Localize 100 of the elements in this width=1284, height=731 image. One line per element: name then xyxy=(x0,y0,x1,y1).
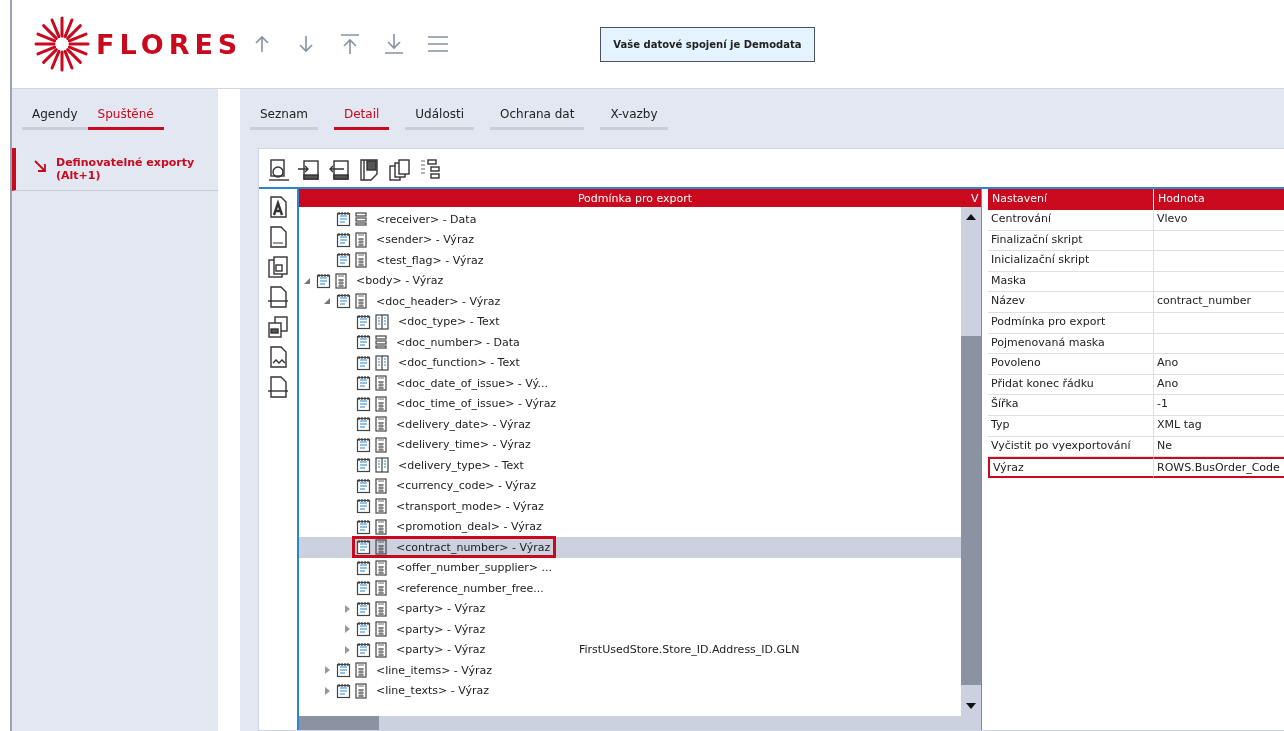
sidebar-item-label: Definovatelné exporty (Alt+1) xyxy=(56,156,196,182)
node-label: <doc_type> - Text xyxy=(398,315,500,329)
node-label: <test_flag> - Výraz xyxy=(376,253,484,267)
columns-icon xyxy=(375,457,389,474)
node-label: <offer_number_supplier> ... xyxy=(396,561,553,575)
calculator-icon xyxy=(355,662,367,679)
tab[interactable]: X-vazby xyxy=(600,104,668,130)
notepad-icon xyxy=(356,416,372,433)
system-document-icon[interactable] xyxy=(266,285,290,309)
property-value[interactable]: XML tag xyxy=(1154,415,1284,437)
property-name: Typ xyxy=(988,415,1154,437)
calculator-icon xyxy=(375,477,387,494)
calculator-icon xyxy=(375,395,387,412)
tab[interactable]: Ochrana dat xyxy=(490,104,585,130)
tab[interactable]: Události xyxy=(405,104,475,130)
down-triangle-icon xyxy=(966,703,976,709)
calculator-icon xyxy=(355,231,367,248)
document-search-icon[interactable] xyxy=(267,158,291,182)
tab[interactable]: Seznam xyxy=(250,104,318,130)
property-value[interactable]: -1 xyxy=(1154,395,1284,416)
tree-row[interactable]: <doc_function> - Text xyxy=(299,352,961,373)
tree-row[interactable]: <contract_number> - Výraz xyxy=(299,537,961,558)
column-header[interactable]: V xyxy=(971,191,981,205)
notepad-icon xyxy=(316,272,332,289)
node-label: <contract_number> - Výraz xyxy=(396,540,551,554)
notepad-icon xyxy=(356,436,372,453)
property-name: Název xyxy=(988,292,1154,313)
tree-row[interactable]: <doc_number> - Data xyxy=(299,332,961,353)
tree-row[interactable]: <offer_number_supplier> ... xyxy=(299,557,961,578)
scrollbar-thumb[interactable] xyxy=(961,336,981,686)
property-name: Podmínka pro export xyxy=(988,312,1154,334)
stacked-documents-icon[interactable] xyxy=(266,315,290,339)
node-label: <delivery_type> - Text xyxy=(398,458,524,472)
calculator-icon xyxy=(375,436,387,453)
tree-row[interactable]: <promotion_deal> - Výraz xyxy=(299,516,961,537)
up-triangle-icon xyxy=(966,214,976,220)
tree-row[interactable]: <delivery_time> - Výraz xyxy=(299,434,961,455)
copy-pages-icon[interactable] xyxy=(387,158,411,182)
notepad-icon xyxy=(356,580,372,597)
node-label: <doc_time_of_issue> - Výraz xyxy=(396,397,557,411)
node-label: <line_items> - Výraz xyxy=(376,663,493,677)
scrollbar-thumb[interactable] xyxy=(299,716,379,730)
expanded-triangle-icon xyxy=(303,276,311,285)
notepad-icon xyxy=(336,252,352,269)
tree-row[interactable]: <party> - Výraz FirstUsedStore.Store_ID.Address_ID.GLN xyxy=(299,639,961,660)
column-header[interactable]: Hodnota xyxy=(1154,189,1284,210)
export-icon[interactable] xyxy=(327,158,351,182)
tree-row[interactable]: <delivery_type> - Text xyxy=(299,455,961,476)
property-value[interactable]: Ano xyxy=(1154,374,1284,396)
tree-row[interactable]: <sender> - Výraz xyxy=(299,229,961,250)
node-label: <doc_function> - Text xyxy=(398,356,520,370)
tree-row[interactable]: <doc_header> - Výraz xyxy=(299,291,961,312)
sidebar-tab[interactable]: Agendy xyxy=(22,104,88,130)
tree-row[interactable]: <transport_mode> - Výraz xyxy=(299,496,961,517)
property-name: Vyčistit po vyexportování xyxy=(988,436,1154,458)
property-name: Výraz xyxy=(988,457,1154,478)
notepad-icon xyxy=(356,375,372,392)
tree-row[interactable]: <doc_time_of_issue> - Výraz xyxy=(299,393,961,414)
tree-row[interactable]: <party> - Výraz xyxy=(299,619,961,640)
notepad-icon xyxy=(356,600,372,617)
notepad-icon xyxy=(336,231,352,248)
notepad-icon xyxy=(336,211,352,228)
node-label: <party> - Výraz xyxy=(396,622,486,636)
tree-row[interactable]: <currency_code> - Výraz xyxy=(299,475,961,496)
node-label: <doc_date_of_issue> - Vý... xyxy=(396,376,548,390)
notepad-icon xyxy=(356,518,372,535)
node-label: <receiver> - Data xyxy=(376,212,477,226)
calculator-icon xyxy=(335,272,347,289)
property-name: Maska xyxy=(988,271,1154,293)
tree-row[interactable]: <reference_number_free... xyxy=(299,578,961,599)
property-value[interactable]: Vlevo xyxy=(1154,210,1284,231)
node-label: <doc_number> - Data xyxy=(396,335,520,349)
notepad-icon xyxy=(356,559,372,576)
tree-row[interactable]: <delivery_date> - Výraz xyxy=(299,414,961,435)
notepad-icon xyxy=(356,621,372,638)
import-icon[interactable] xyxy=(297,158,321,182)
property-value[interactable]: ROWS.BusOrder_Code xyxy=(1154,457,1284,478)
condition-text: FirstUsedStore.Store_ID.Address_ID.GLN xyxy=(579,643,800,657)
node-label: <delivery_time> - Výraz xyxy=(396,438,531,452)
tree-row[interactable]: <line_texts> - Výraz xyxy=(299,680,961,701)
tree-row[interactable]: <doc_date_of_issue> - Vý... xyxy=(299,373,961,394)
tab[interactable]: Detail xyxy=(333,104,390,130)
diagonal-arrow-icon xyxy=(34,160,46,172)
tree-row[interactable]: <test_flag> - Výraz xyxy=(299,250,961,271)
page-layout-icon[interactable] xyxy=(357,158,381,182)
tree-row[interactable]: <body> - Výraz xyxy=(299,270,961,291)
logo-wordmark: FLORES xyxy=(96,28,243,60)
property-value[interactable]: Ano xyxy=(1154,354,1284,375)
documents-icon[interactable] xyxy=(266,255,290,279)
columns-icon xyxy=(375,313,389,330)
tree-row[interactable]: <receiver> - Data xyxy=(299,209,961,230)
tree-row[interactable]: <doc_type> - Text xyxy=(299,311,961,332)
column-header[interactable]: Nastavení xyxy=(988,189,1154,210)
column-header[interactable]: Podmínka pro export xyxy=(299,191,971,205)
property-value[interactable]: contract_number xyxy=(1154,292,1284,313)
sidebar-tab[interactable]: Spuštěné xyxy=(87,104,164,130)
property-value[interactable]: Ne xyxy=(1154,436,1284,458)
tree-row[interactable]: <party> - Výraz xyxy=(299,598,961,619)
tree-row[interactable]: <line_items> - Výraz xyxy=(299,660,961,681)
numbered-document-icon[interactable] xyxy=(266,375,290,399)
